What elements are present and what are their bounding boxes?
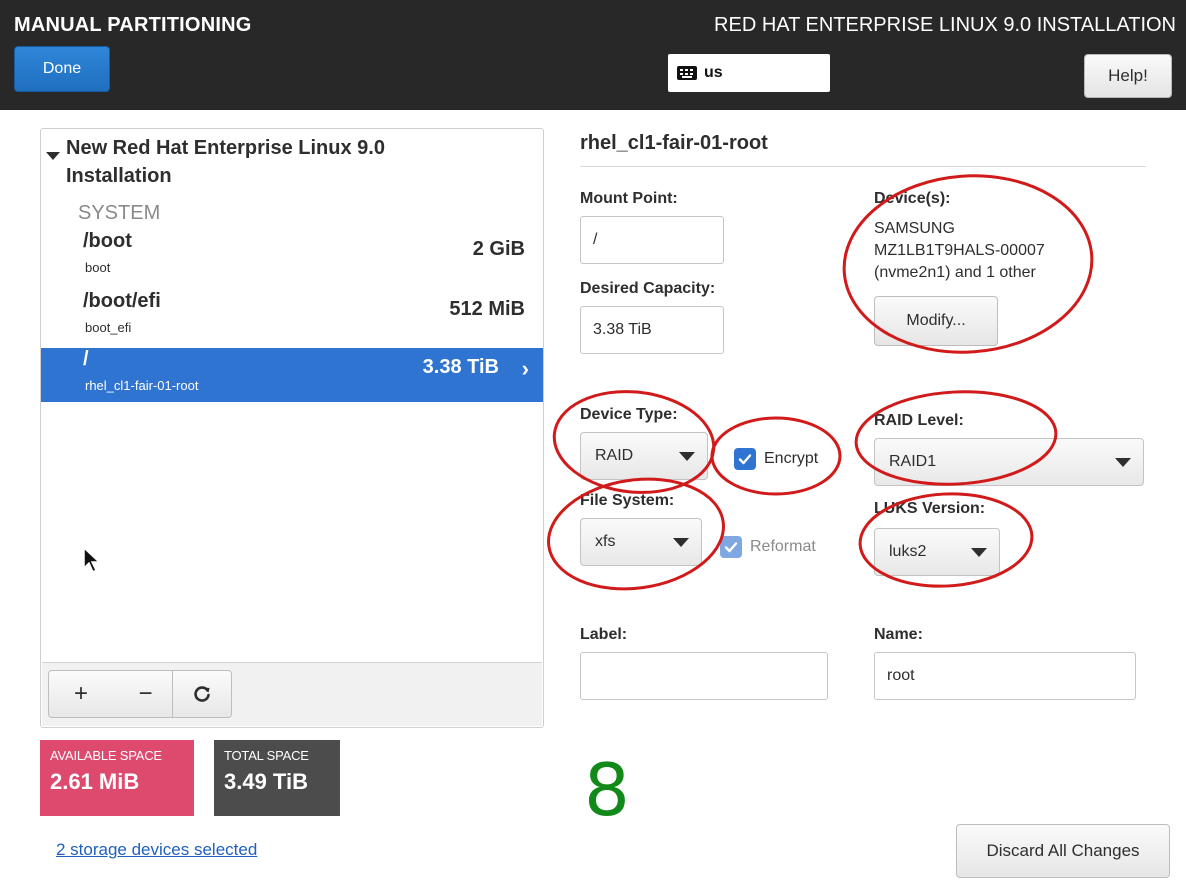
dropdown-arrow-icon (673, 538, 689, 547)
mount-point-label: Mount Point: (580, 190, 678, 207)
devices-line: (nvme2n1) and 1 other (874, 264, 1036, 281)
installation-title[interactable]: New Red Hat Enterprise Linux 9.0 Install… (66, 134, 486, 190)
mount-row-boot-efi[interactable]: /boot/efi boot_efi 512 MiB (41, 290, 543, 344)
checkbox-checked-icon (734, 448, 756, 470)
desired-capacity-field[interactable]: 3.38 TiB (580, 306, 724, 354)
available-space-box: AVAILABLE SPACE 2.61 MiB (40, 740, 194, 816)
keyboard-icon (677, 66, 697, 80)
desired-capacity-label: Desired Capacity: (580, 280, 716, 297)
mount-size: 2 GiB (472, 238, 525, 260)
dropdown-arrow-icon (679, 452, 695, 461)
done-button[interactable]: Done (14, 46, 110, 92)
mount-device: boot_efi (85, 320, 132, 335)
checkbox-checked-icon (720, 536, 742, 558)
page-title: MANUAL PARTITIONING (14, 14, 252, 36)
label-input[interactable] (580, 652, 828, 700)
available-space-label: AVAILABLE SPACE (50, 748, 162, 763)
keyboard-layout-label: us (704, 64, 723, 81)
devices-label: Device(s): (874, 190, 951, 207)
mount-name: /boot (83, 230, 132, 252)
mount-size: 512 MiB (449, 298, 525, 320)
refresh-button[interactable] (172, 670, 232, 718)
device-type-label: Device Type: (580, 406, 678, 423)
available-space-value: 2.61 MiB (50, 769, 140, 794)
name-input[interactable]: root (874, 652, 1136, 700)
raid-level-label: RAID Level: (874, 412, 964, 429)
discard-all-changes-button[interactable]: Discard All Changes (956, 824, 1170, 878)
luks-version-label: LUKS Version: (874, 500, 986, 517)
label-field-label: Label: (580, 626, 628, 643)
expander-arrow-icon[interactable] (46, 152, 60, 160)
remove-mount-button[interactable]: − (113, 670, 179, 718)
add-mount-button[interactable]: + (48, 670, 114, 718)
product-title: RED HAT ENTERPRISE LINUX 9.0 INSTALLATIO… (714, 14, 1176, 36)
file-system-label: File System: (580, 492, 675, 509)
raid-level-dropdown[interactable]: RAID1 (874, 438, 1144, 486)
device-type-dropdown[interactable]: RAID (580, 432, 708, 480)
mouse-cursor-icon (83, 546, 101, 574)
reformat-checkbox[interactable]: Reformat (720, 536, 816, 558)
mount-name: /boot/efi (83, 290, 161, 312)
selected-device-title: rhel_cl1-fair-01-root (580, 132, 768, 154)
mount-row-boot[interactable]: /boot boot 2 GiB (41, 230, 543, 284)
devices-line: SAMSUNG (874, 220, 955, 237)
encrypt-label: Encrypt (764, 450, 819, 467)
modify-devices-button[interactable]: Modify... (874, 296, 998, 346)
file-system-value: xfs (595, 533, 616, 550)
raid-level-value: RAID1 (889, 453, 937, 470)
file-system-dropdown[interactable]: xfs (580, 518, 702, 566)
annotation-number: 8 (584, 748, 630, 832)
encrypt-checkbox[interactable]: Encrypt (734, 448, 818, 470)
mount-device: rhel_cl1-fair-01-root (85, 378, 199, 393)
total-space-box: TOTAL SPACE 3.49 TiB (214, 740, 340, 816)
devices-line: MZ1LB1T9HALS-00007 (874, 242, 1045, 259)
title-divider (580, 166, 1146, 167)
devices-description: SAMSUNG MZ1LB1T9HALS-00007 (nvme2n1) and… (874, 218, 1045, 284)
device-type-value: RAID (595, 447, 634, 464)
luks-version-dropdown[interactable]: luks2 (874, 528, 1000, 576)
total-space-value: 3.49 TiB (224, 769, 308, 794)
refresh-icon (194, 686, 210, 702)
chevron-right-icon: › (521, 356, 529, 381)
system-group-label: SYSTEM (78, 202, 161, 224)
mount-name: / (83, 348, 89, 370)
dropdown-arrow-icon (971, 548, 987, 557)
reformat-label: Reformat (750, 538, 816, 555)
mount-point-field[interactable]: / (580, 216, 724, 264)
mount-size: 3.38 TiB (422, 356, 499, 378)
mount-row-root[interactable]: / rhel_cl1-fair-01-root 3.38 TiB › (41, 348, 543, 402)
dropdown-arrow-icon (1115, 458, 1131, 467)
name-field-label: Name: (874, 626, 923, 643)
luks-version-value: luks2 (889, 543, 927, 560)
mount-device: boot (85, 260, 111, 275)
total-space-label: TOTAL SPACE (224, 748, 309, 763)
help-button[interactable]: Help! (1084, 54, 1172, 98)
storage-devices-link[interactable]: 2 storage devices selected (56, 840, 257, 860)
keyboard-layout-indicator[interactable]: us (668, 54, 830, 92)
